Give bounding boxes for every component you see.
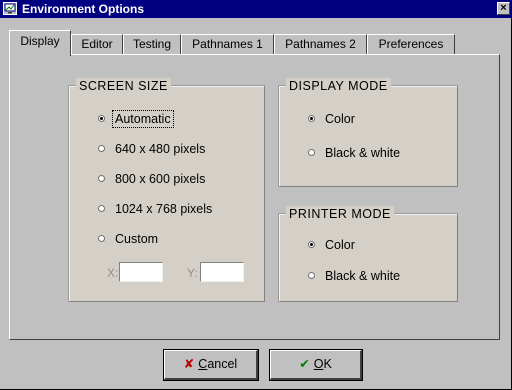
printer-mode-title: PRINTER MODE [286,206,394,222]
radio-label[interactable]: Black & white [325,268,400,284]
radio-checked-icon[interactable] [308,241,315,248]
tab-label: Pathnames 2 [285,37,356,51]
custom-x-label: X: [107,266,119,280]
custom-y-label: Y: [187,266,198,280]
ok-mnemonic[interactable]: O [314,357,324,371]
radio-checked-icon[interactable] [98,115,105,122]
radio-label[interactable]: Black & white [325,145,400,161]
radio-unchecked-icon[interactable] [308,149,315,156]
cancel-x-icon[interactable]: ✘ [184,351,194,378]
radio-unchecked-icon[interactable] [98,145,105,152]
screen-size-title: SCREEN SIZE [76,78,171,94]
cancel-mnemonic[interactable]: C [198,357,207,371]
tab-label: Pathnames 1 [192,37,263,51]
tab-preferences[interactable]: Preferences [367,34,455,54]
environment-options-window: Environment Options × Display Editor Tes… [0,0,512,390]
screen-size-group: SCREEN SIZE Automatic 640 x 480 pixels 8… [68,78,265,302]
app-icon [3,2,17,15]
tab-label: Preferences [378,37,444,51]
cancel-button[interactable]: ✘ Cancel [164,350,258,380]
tab-label: Testing [132,37,172,51]
printer-mode-group: PRINTER MODE Color Black & white [278,206,458,302]
tab-label: Editor [81,37,113,51]
tab-pathnames-1[interactable]: Pathnames 1 [181,34,274,54]
close-button[interactable]: × [497,2,510,15]
radio-label[interactable]: Custom [115,231,158,247]
title-bar[interactable]: Environment Options × [0,0,511,18]
tab-display[interactable]: Display [9,30,71,56]
window-title: Environment Options [22,2,145,16]
radio-label[interactable]: 1024 x 768 pixels [115,201,212,217]
ok-label[interactable]: K [323,357,331,371]
radio-label[interactable]: Automatic [112,110,174,128]
radio-unchecked-icon[interactable] [98,235,105,242]
custom-x-input[interactable] [119,262,163,282]
display-mode-title: DISPLAY MODE [286,78,391,94]
radio-label[interactable]: Color [325,111,355,127]
radio-label[interactable]: 800 x 600 pixels [115,171,205,187]
radio-label[interactable]: Color [325,237,355,253]
radio-unchecked-icon[interactable] [308,272,315,279]
radio-label[interactable]: 640 x 480 pixels [115,141,205,157]
cancel-label[interactable]: ancel [207,357,237,371]
radio-checked-icon[interactable] [308,115,315,122]
tab-pathnames-2[interactable]: Pathnames 2 [274,34,367,54]
checkmark-icon[interactable]: ✔ [299,351,309,378]
display-mode-group: DISPLAY MODE Color Black & white [278,78,458,187]
tab-label: Display [20,34,60,48]
display-tab-panel: SCREEN SIZE Automatic 640 x 480 pixels 8… [9,54,500,340]
tab-testing[interactable]: Testing [123,34,181,54]
tab-editor[interactable]: Editor [71,34,123,54]
custom-y-input[interactable] [200,262,244,282]
radio-unchecked-icon[interactable] [98,175,105,182]
close-icon[interactable]: × [500,2,506,14]
radio-unchecked-icon[interactable] [98,205,105,212]
ok-button[interactable]: ✔ OK [270,350,362,380]
